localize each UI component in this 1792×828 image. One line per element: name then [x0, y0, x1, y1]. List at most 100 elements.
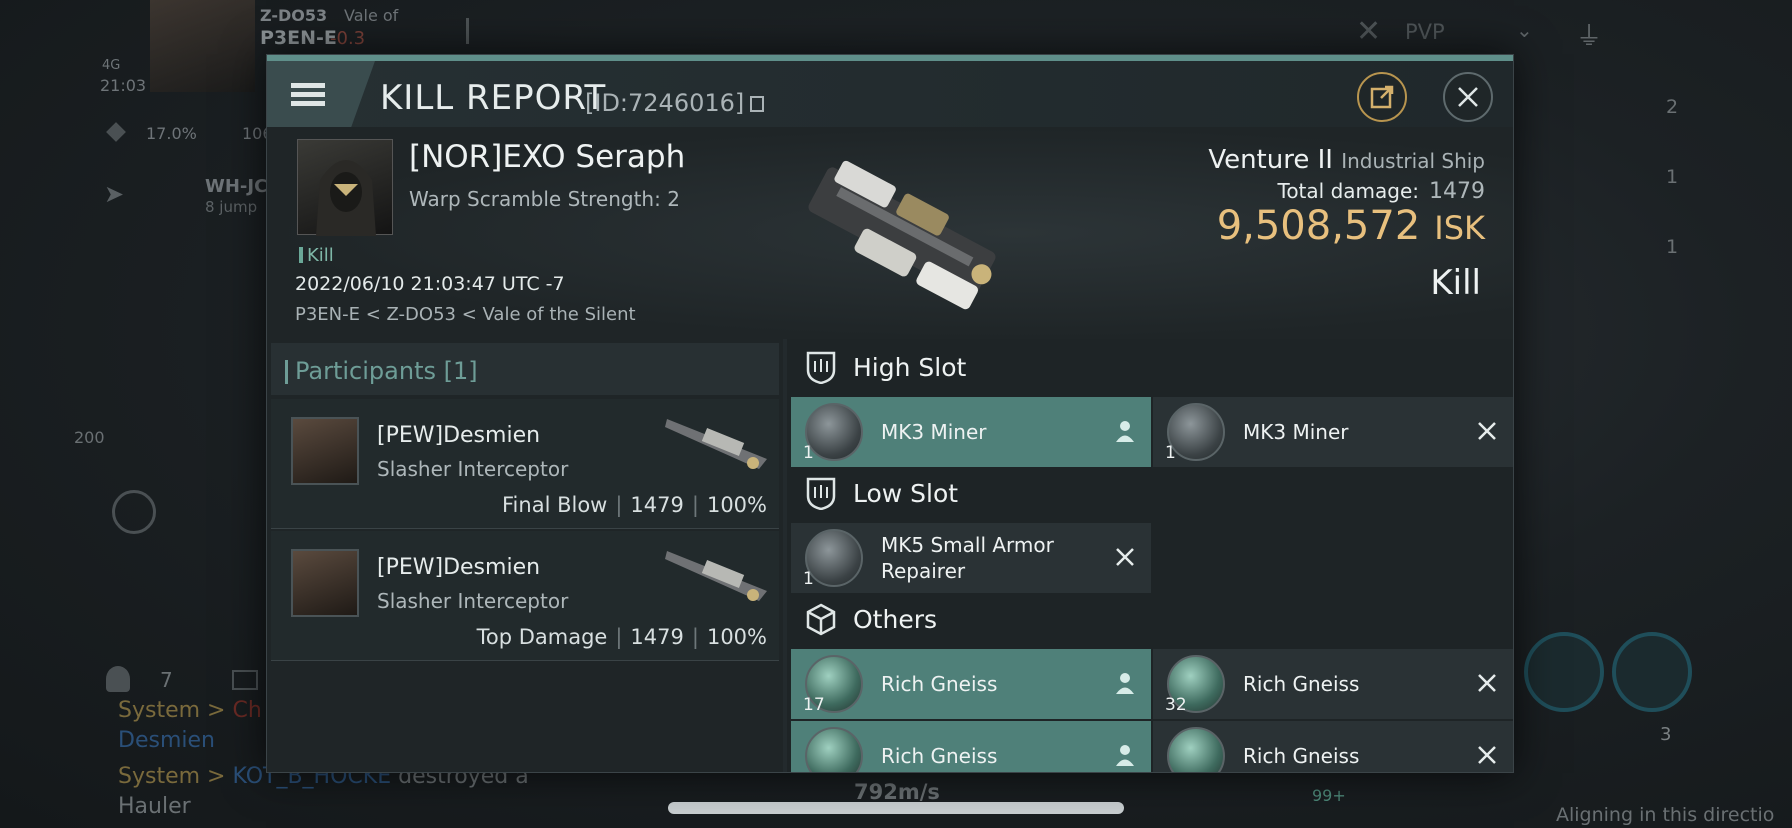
victim-summary: [NOR]EXO Seraph Warp Scramble Strength: …: [267, 127, 1513, 339]
people-icon[interactable]: [106, 666, 130, 692]
chat-source: System: [118, 698, 201, 723]
flag-icon[interactable]: [466, 18, 492, 44]
character-location: P3EN-E: [260, 27, 337, 49]
share-button[interactable]: [1357, 72, 1407, 122]
item-card[interactable]: 1 MK3 Miner: [791, 397, 1151, 467]
fitted-items-panel: High Slot 1 MK3 Miner 1 MK3 Miner Low Sl…: [787, 339, 1513, 772]
item-quantity: 1: [1165, 443, 1176, 463]
participants-header: Participants [1]: [271, 343, 779, 395]
right-count-3: 1: [1666, 236, 1679, 258]
kill-report-dialog: KILL REPORT [ID:7246016] [NOR]EXO Seraph…: [266, 54, 1514, 773]
shield-slot-icon: [806, 477, 836, 510]
item-card[interactable]: 32 Rich Gneiss: [1153, 649, 1513, 719]
chat-member-count: 7: [160, 668, 173, 692]
item-card[interactable]: 17 Rich Gneiss: [791, 649, 1151, 719]
chat-separator: >: [207, 764, 226, 789]
participant-row[interactable]: [PEW]Desmien Slasher Interceptor Final B…: [271, 399, 779, 529]
participant-row[interactable]: [PEW]Desmien Slasher Interceptor Top Dam…: [271, 531, 779, 661]
kill-location: P3EN-E < Z-DO53 < Vale of the Silent: [295, 304, 636, 325]
kill-datetime: 2022/06/10 21:03:47 UTC -7: [295, 273, 565, 295]
dropped-person-icon: [1116, 673, 1134, 694]
total-damage-value: 1479: [1429, 179, 1485, 204]
clock: 21:03: [100, 76, 147, 95]
participant-stats: Final Blow | 1479 | 100%: [502, 493, 767, 517]
participant-ship: Slasher Interceptor: [377, 589, 569, 613]
dialog-title: KILL REPORT: [380, 78, 607, 118]
blow-tag: Top Damage: [476, 625, 608, 649]
character-portrait[interactable]: [150, 0, 255, 92]
cargo-icon: [106, 122, 126, 142]
chat-line-1: System > Ch: [118, 698, 262, 723]
damage-percent: 100%: [706, 493, 767, 517]
network-indicator: 4G: [102, 58, 121, 73]
right-count-1: 2: [1666, 96, 1679, 118]
item-card[interactable]: 1 MK5 Small Armor Repairer: [791, 523, 1151, 593]
participant-stats: Top Damage | 1479 | 100%: [476, 625, 767, 649]
hamburger-icon: [291, 79, 325, 110]
close-icon: [1458, 87, 1478, 107]
mail-icon[interactable]: [232, 670, 258, 690]
low-slot-section: Low Slot: [787, 465, 1513, 521]
character-region: Vale of: [344, 6, 399, 25]
character-system: Z-DO53: [260, 6, 328, 25]
ship-class: Industrial Ship: [1341, 149, 1485, 173]
high-slot-section: High Slot: [787, 339, 1513, 395]
item-quantity: 32: [1165, 695, 1187, 715]
participant-name: [PEW]Desmien: [377, 423, 541, 448]
ship-name: Venture II: [1208, 145, 1333, 175]
shield-slot-icon: [806, 351, 836, 384]
navigation-icon[interactable]: ➤: [104, 180, 132, 208]
security-status: -0.3: [330, 28, 366, 49]
range-label: 200: [74, 428, 105, 447]
status-text: Aligning in this directio: [1556, 804, 1775, 826]
copy-icon[interactable]: [750, 96, 765, 112]
total-damage-label: Total damage:: [1277, 179, 1420, 203]
dropped-person-icon: [1116, 745, 1134, 766]
report-id[interactable]: [ID:7246016]: [585, 89, 765, 117]
share-icon: [1370, 85, 1394, 109]
chat-line-4: Hauler: [118, 794, 191, 819]
weapon-module-icon[interactable]: [1524, 632, 1604, 712]
participant-ship-image: [665, 551, 767, 601]
section-title: Low Slot: [853, 478, 959, 508]
chat-user[interactable]: Ch: [232, 698, 261, 723]
chevron-down-icon[interactable]: ⌄: [1516, 18, 1533, 42]
close-button[interactable]: [1443, 72, 1493, 122]
filter-icon[interactable]: ⏚: [1576, 16, 1602, 53]
horizontal-scrollbar[interactable]: [668, 802, 1124, 814]
chat-source: System: [118, 764, 201, 789]
damage-percent: 100%: [706, 625, 767, 649]
item-quantity: 17: [803, 695, 825, 715]
victim-ship-image[interactable]: [787, 137, 1017, 327]
chat-line-2[interactable]: Desmien: [118, 728, 215, 753]
menu-button[interactable]: [267, 61, 375, 127]
item-name: Rich Gneiss: [1243, 672, 1360, 696]
victim-portrait[interactable]: [297, 139, 393, 236]
item-card[interactable]: 1 MK3 Miner: [1153, 397, 1513, 467]
target-ring-icon[interactable]: [112, 490, 156, 534]
report-id-text: [ID:7246016]: [585, 89, 745, 117]
victim-name: [NOR]EXO Seraph: [409, 139, 686, 175]
others-section: Others: [787, 591, 1513, 647]
item-name: Rich Gneiss: [881, 672, 998, 696]
section-title: Others: [853, 604, 938, 634]
item-card[interactable]: Rich Gneiss: [1153, 721, 1513, 772]
isk-amount: 9,508,572: [1216, 203, 1421, 249]
cargo-box-icon: [806, 603, 836, 636]
participants-title: Participants [1]: [285, 357, 478, 385]
right-count-2: 1: [1666, 166, 1679, 188]
shield-module-icon[interactable]: [1612, 632, 1692, 712]
participant-ship: Slasher Interceptor: [377, 457, 569, 481]
speed-readout: 792m/s: [854, 780, 940, 804]
result-label: Kill: [1430, 263, 1481, 303]
item-name: MK3 Miner: [1243, 420, 1349, 444]
avatar[interactable]: [291, 549, 359, 617]
mode-selector[interactable]: PVP: [1405, 20, 1445, 44]
item-card[interactable]: Rich Gneiss: [791, 721, 1151, 772]
item-quantity: 1: [803, 569, 814, 589]
isk-value: 9,508,572 ISK: [1217, 203, 1485, 249]
combat-crossed-swords-icon[interactable]: ✕: [1356, 14, 1381, 49]
warp-scramble-strength: Warp Scramble Strength: 2: [409, 187, 680, 211]
avatar[interactable]: [291, 417, 359, 485]
participant-ship-image: [665, 419, 767, 469]
